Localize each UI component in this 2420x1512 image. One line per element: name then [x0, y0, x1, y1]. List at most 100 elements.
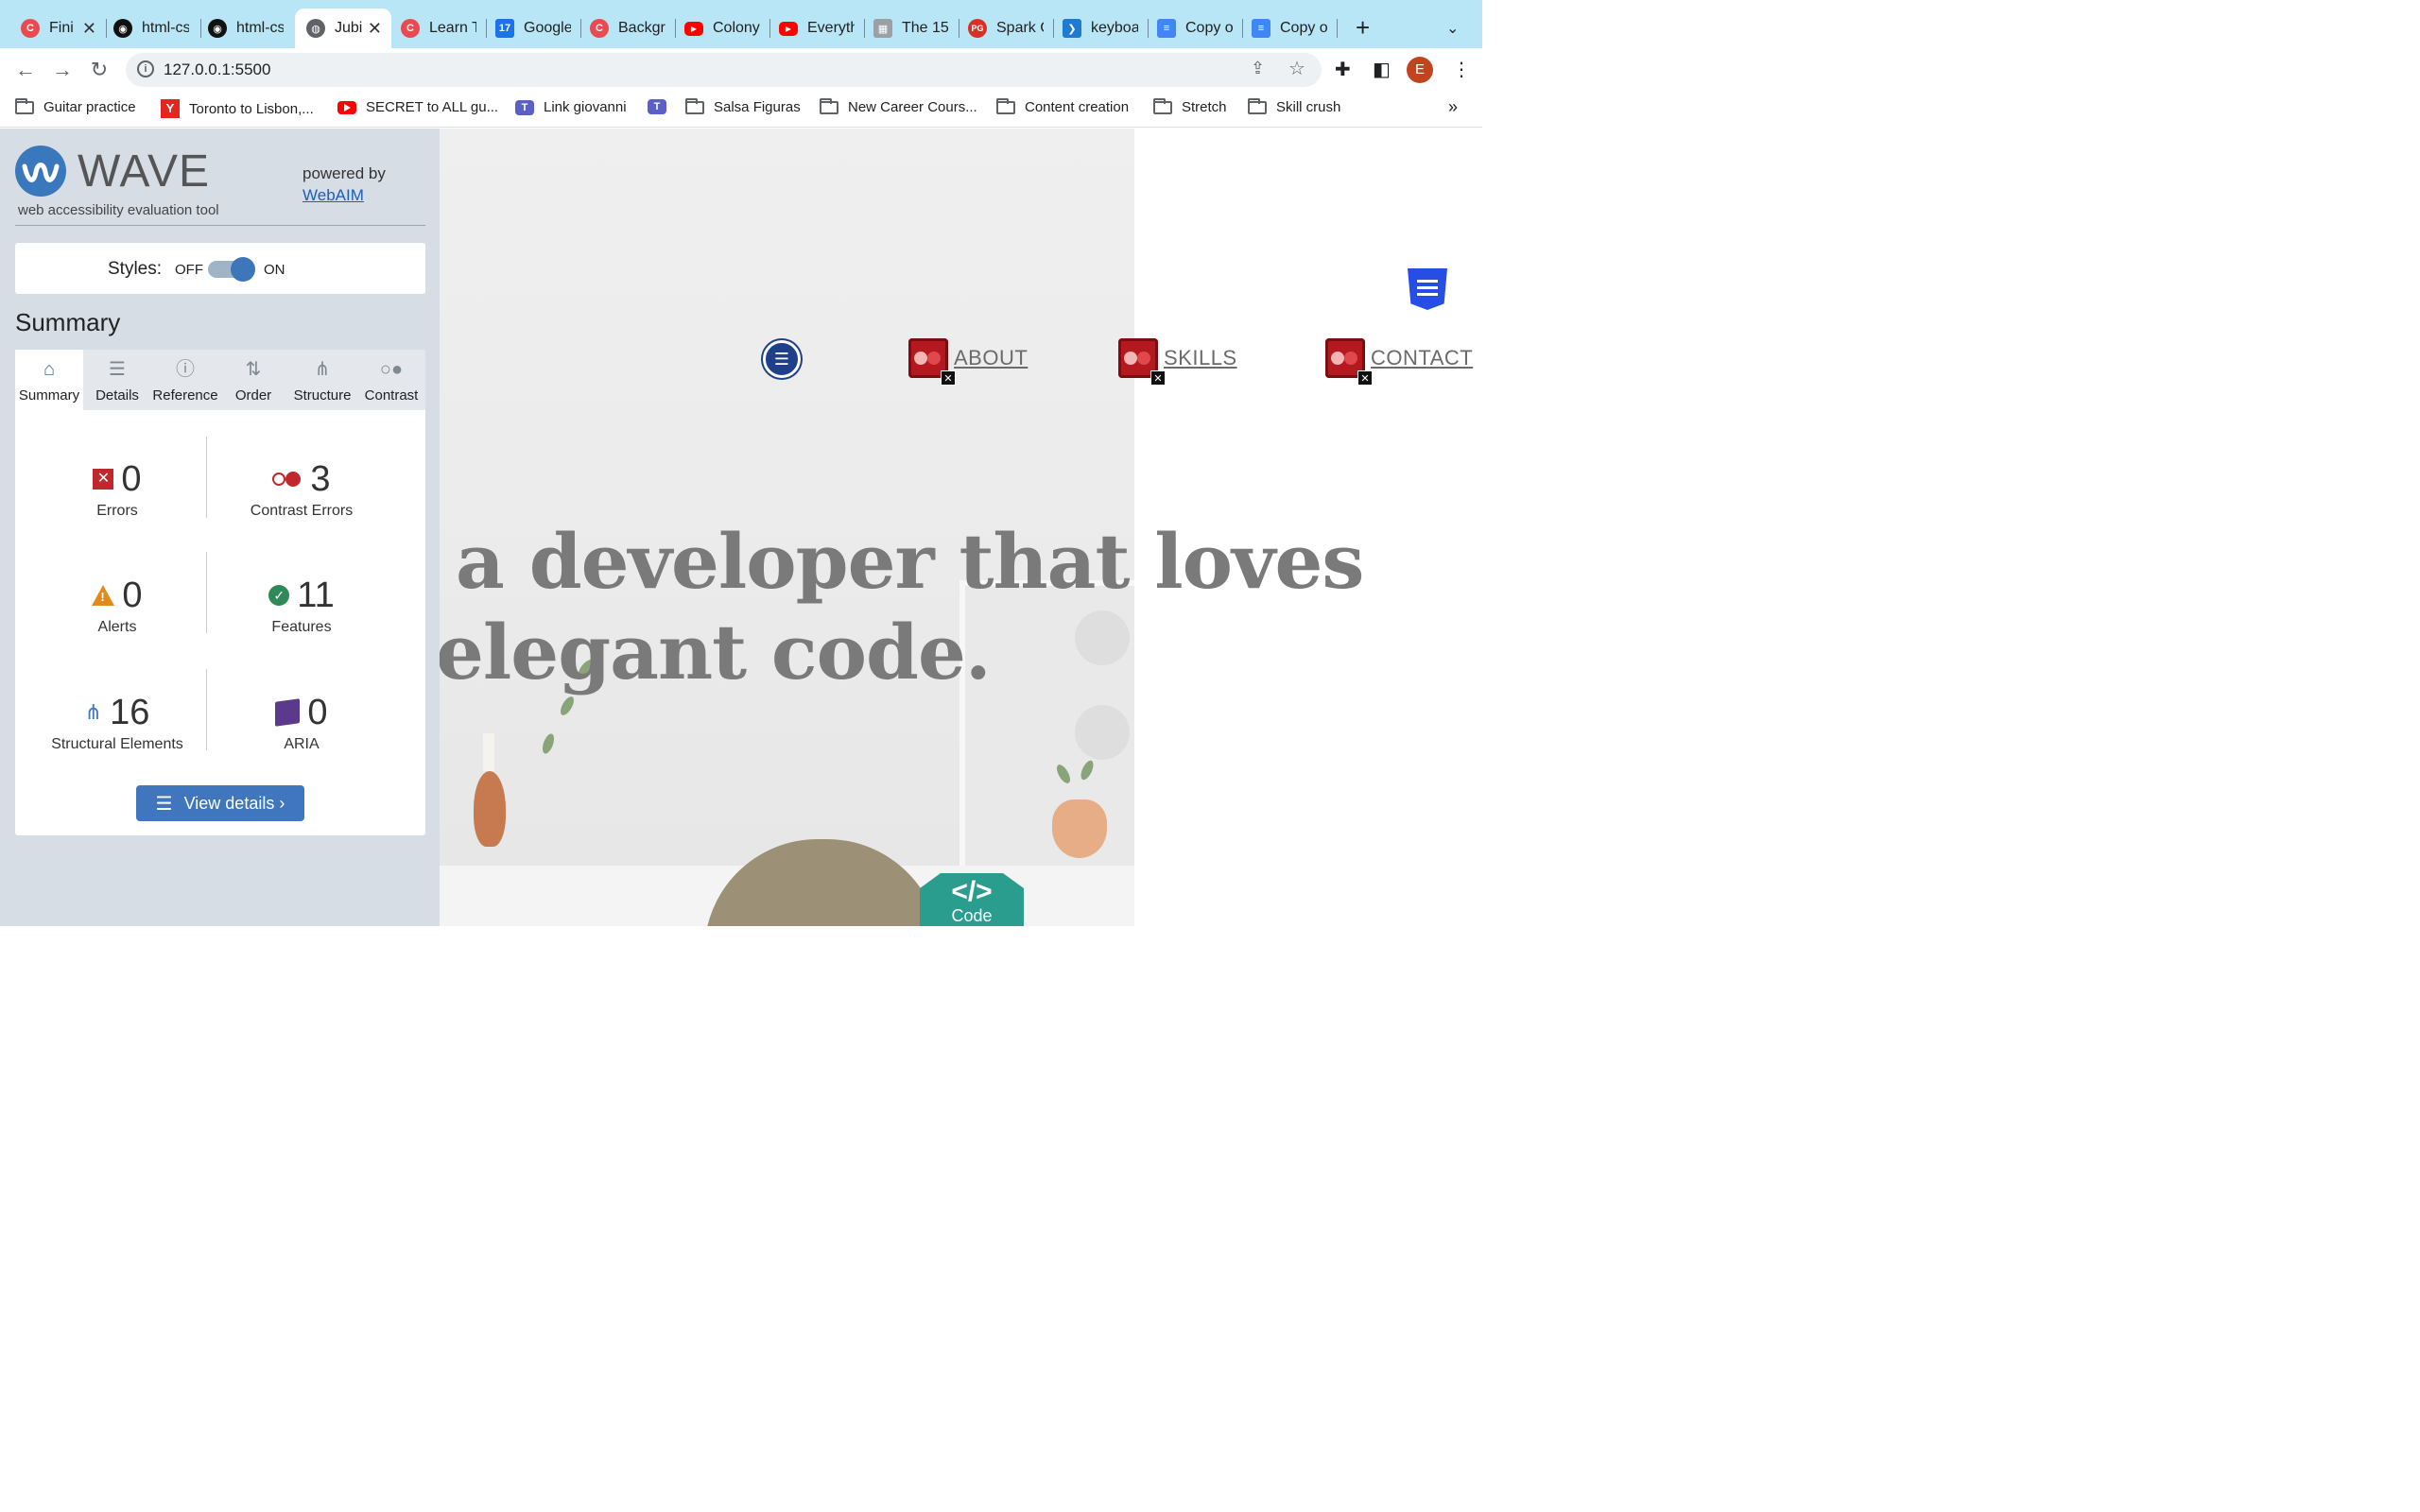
tab-title: Everyth: [807, 20, 855, 36]
errors-count: 0: [121, 458, 142, 499]
reload-button[interactable]: ↻: [85, 56, 113, 84]
summary-heading: Summary: [15, 308, 121, 336]
address-bar[interactable]: i 127.0.0.1:5500 ⇪ ☆: [126, 53, 1322, 87]
structure-icon: ⋔: [84, 700, 103, 724]
nav-label[interactable]: CONTACT: [1371, 346, 1473, 370]
tab-summary[interactable]: ⌂ Summary: [15, 350, 83, 410]
browser-tab[interactable]: ◉ html-cs: [93, 9, 199, 48]
side-panel-icon[interactable]: ◧: [1373, 58, 1391, 81]
stat-features[interactable]: ✓ 11 Features: [207, 574, 396, 636]
webaim-link[interactable]: WebAIM: [302, 186, 364, 204]
contrast-error-badge-icon[interactable]: ✕: [1325, 338, 1373, 386]
bookmarks-bar: Guitar practice Y Toronto to Lisbon,... …: [0, 92, 1482, 128]
browser-tab[interactable]: ▶ Colony: [664, 9, 769, 48]
folder-icon: [996, 97, 1015, 114]
browser-tab[interactable]: 17 Google: [475, 9, 580, 48]
browser-tab[interactable]: ◉ html-cs: [187, 9, 293, 48]
forward-button[interactable]: →: [48, 56, 77, 84]
browser-toolbar: ← → ↻ i 127.0.0.1:5500 ⇪ ☆ ✚ ◧ E ⋮: [0, 48, 1482, 92]
back-button[interactable]: ←: [11, 56, 40, 84]
tab-title: Copy of: [1280, 20, 1327, 36]
bookmark-item[interactable]: Salsa Figuras: [685, 97, 801, 115]
browser-tab[interactable]: ▦ The 15: [853, 9, 959, 48]
tab-title: Fini: [49, 20, 74, 36]
contrast-error-icon: [272, 472, 302, 487]
browser-tab[interactable]: ❯ keyboa: [1042, 9, 1148, 48]
wave-navigation-badge-icon[interactable]: ☰: [763, 340, 801, 378]
tab-details[interactable]: ☰ Details: [83, 350, 151, 410]
bookmark-item[interactable]: Stretch: [1153, 97, 1227, 115]
browser-tab-active[interactable]: ◍ Jubi ✕: [295, 9, 391, 48]
tab-order[interactable]: ⇅ Order: [219, 350, 287, 410]
contrast-error-badge-icon[interactable]: ✕: [1118, 338, 1166, 386]
browser-tab[interactable]: C Fini ✕: [0, 9, 106, 48]
browser-tab[interactable]: PG Spark C: [947, 9, 1053, 48]
bookmark-item[interactable]: SECRET to ALL gu...: [337, 99, 498, 115]
stat-alerts[interactable]: ! 0 Alerts: [23, 574, 212, 636]
bookmark-item[interactable]: T Link giovanni: [515, 99, 627, 115]
bookmark-label: Link giovanni: [544, 99, 627, 115]
tab-title: The 15: [902, 20, 949, 36]
browser-tab[interactable]: C Backgro: [569, 9, 675, 48]
page-viewport: a developer that loves elegant code. ☰ ✕…: [440, 129, 1482, 926]
bookmark-item[interactable]: Guitar practice: [15, 97, 136, 115]
teams-icon: T: [648, 99, 666, 114]
tab-title: Spark C: [996, 20, 1044, 36]
tab-reference[interactable]: ⓘ Reference: [151, 350, 219, 410]
nav-contact-link[interactable]: ✕ CONTACT: [1325, 338, 1473, 386]
home-icon: ⌂: [43, 359, 56, 380]
url-text[interactable]: 127.0.0.1:5500: [164, 60, 270, 79]
bookmark-item[interactable]: Y Toronto to Lisbon,...: [161, 99, 314, 118]
github-icon: ◉: [113, 19, 132, 38]
share-icon[interactable]: ⇪: [1251, 59, 1265, 78]
headline-line-1: a developer that loves: [456, 517, 1364, 606]
plant-pot-image: [1052, 799, 1107, 858]
alerts-count: 0: [122, 575, 143, 615]
aria-count: 0: [307, 692, 328, 732]
bookmark-label: Content creation: [1025, 99, 1130, 115]
browser-tab[interactable]: ≡ Copy of: [1231, 9, 1337, 48]
wave-code-button[interactable]: </> Code: [920, 873, 1024, 926]
profile-avatar[interactable]: E: [1407, 57, 1433, 83]
extensions-icon[interactable]: ✚: [1335, 58, 1351, 81]
site-info-icon[interactable]: i: [137, 60, 154, 77]
bookmark-item[interactable]: Skill crush: [1248, 97, 1340, 115]
tab-search-button[interactable]: ⌄: [1446, 19, 1459, 38]
browser-tab[interactable]: ≡ Copy of: [1136, 9, 1242, 48]
bookmarks-overflow-button[interactable]: »: [1448, 97, 1458, 117]
folder-icon: [685, 97, 704, 114]
nav-label[interactable]: ABOUT: [954, 346, 1028, 370]
vscode-icon: ❯: [1063, 19, 1081, 38]
bookmark-star-icon[interactable]: ☆: [1288, 57, 1305, 80]
browser-tab[interactable]: ▶ Everyth: [758, 9, 864, 48]
wave-tabs: ⌂ Summary ☰ Details ⓘ Reference ⇅ Order …: [15, 350, 425, 410]
styles-toggle[interactable]: [208, 257, 255, 282]
errors-label: Errors: [96, 503, 138, 519]
contrast-error-badge-icon[interactable]: ✕: [908, 338, 956, 386]
candle-image: [483, 733, 494, 771]
folder-icon: [1248, 97, 1267, 114]
stat-aria[interactable]: 0 ARIA: [207, 691, 396, 753]
tab-label: Order: [234, 387, 272, 404]
nav-about-link[interactable]: ✕ ABOUT: [908, 338, 1028, 386]
more-menu-icon[interactable]: ⋮: [1452, 58, 1471, 81]
browser-tab[interactable]: C Learn T: [380, 9, 486, 48]
view-details-button[interactable]: ☰ View details ›: [136, 785, 304, 821]
tab-separator: [1337, 19, 1338, 38]
new-tab-button[interactable]: +: [1356, 15, 1370, 40]
stat-contrast-errors[interactable]: 3 Contrast Errors: [207, 457, 396, 520]
nav-label[interactable]: SKILLS: [1164, 346, 1237, 370]
wave-sidebar: WAVE web accessibility evaluation tool p…: [0, 129, 440, 926]
nav-skills-link[interactable]: ✕ SKILLS: [1118, 338, 1237, 386]
tab-title: html-cs: [236, 20, 284, 36]
tab-strip: C Fini ✕ ◉ html-cs ◉ html-cs ◍ Jubi ✕ C …: [0, 0, 1482, 48]
github-icon: ◉: [208, 19, 227, 38]
tab-contrast[interactable]: ○● Contrast: [357, 350, 425, 410]
stat-errors[interactable]: ✕ 0 Errors: [23, 457, 212, 520]
stat-structural[interactable]: ⋔ 16 Structural Elements: [23, 691, 212, 753]
bookmark-item[interactable]: T: [648, 99, 676, 114]
tab-structure[interactable]: ⋔ Structure: [287, 350, 357, 410]
bookmark-item[interactable]: New Career Cours...: [820, 97, 977, 115]
bookmark-item[interactable]: Content creation: [996, 97, 1130, 115]
globe-icon: ◍: [306, 19, 325, 38]
